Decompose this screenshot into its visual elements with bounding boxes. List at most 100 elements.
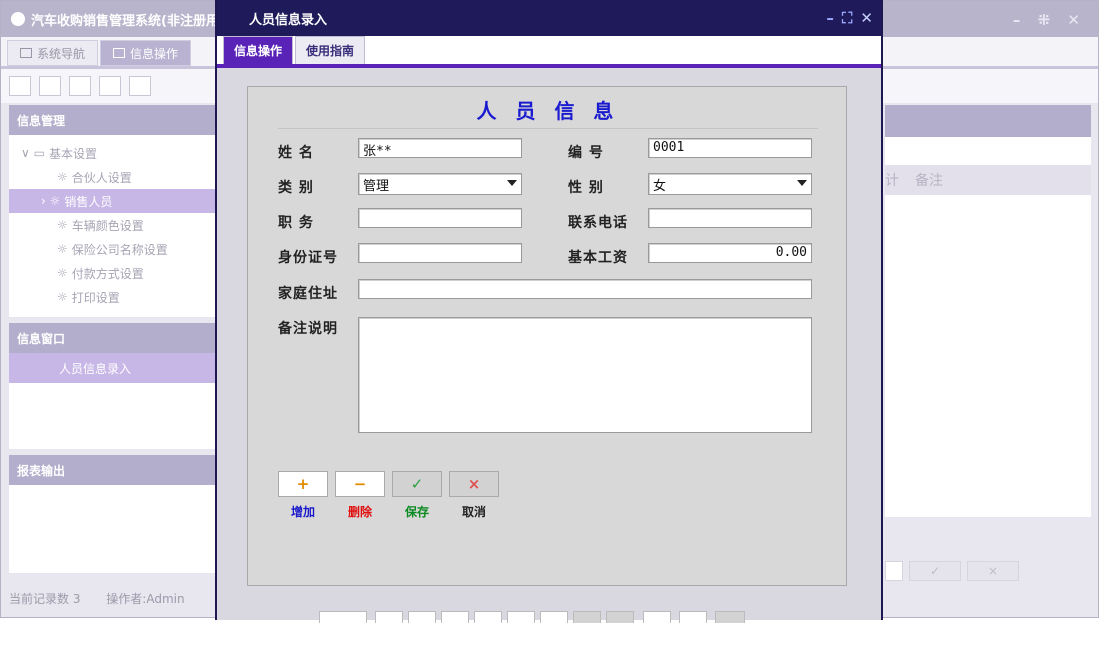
minimize-icon[interactable]: –: [826, 9, 834, 27]
tab-system-nav[interactable]: 系统导航: [7, 40, 99, 66]
panel-head-info-window[interactable]: 信息窗口: [9, 323, 215, 353]
name-field[interactable]: 张**: [358, 138, 522, 159]
tree-item-sales[interactable]: › ☼ 销售人员: [9, 189, 215, 213]
toolbar-doc-button[interactable]: [69, 76, 91, 96]
label-name: 姓 名: [278, 145, 314, 161]
person-entry-dialog: 人员信息录入 – ⛶ ✕ 信息操作 使用指南 人 员 信 息 姓 名 张** 编…: [215, 0, 883, 623]
panel-head-info-manage[interactable]: 信息管理: [9, 105, 215, 135]
close-icon: ×: [467, 475, 481, 493]
close-icon[interactable]: ✕: [860, 9, 873, 27]
remark-textarea[interactable]: [358, 317, 812, 433]
app-logo-icon: [11, 12, 25, 26]
tree-item-payment[interactable]: ☼ 付款方式设置: [9, 261, 215, 285]
nav-button[interactable]: [408, 611, 436, 623]
dialog-tabbar: 信息操作 使用指南: [217, 36, 881, 68]
gender-select[interactable]: 女: [648, 173, 812, 195]
nav-button[interactable]: [375, 611, 403, 623]
save-button-label: 保存: [404, 505, 429, 519]
dialog-window-controls: – ⛶ ✕: [826, 9, 873, 27]
record-count: 当前记录数 3: [9, 592, 81, 606]
id-number-field[interactable]: [358, 243, 522, 263]
main-content: 计 备注 ✓ ×: [885, 105, 1091, 581]
position-field[interactable]: [358, 208, 522, 228]
tab-info-ops[interactable]: 信息操作: [100, 40, 192, 66]
label-gender: 性 别: [568, 180, 604, 196]
toolbar-search-button[interactable]: [9, 76, 31, 96]
toolbar-window-button[interactable]: [129, 76, 151, 96]
nav-button[interactable]: [507, 611, 535, 623]
tab-guide[interactable]: 使用指南: [295, 36, 366, 64]
app-window-controls[interactable]: – ⁜ ✕: [1013, 11, 1086, 29]
leaf-icon: ☼: [57, 290, 68, 304]
main-save-button[interactable]: ✓: [909, 561, 961, 581]
add-button[interactable]: +: [278, 471, 328, 497]
grid-icon: [113, 48, 126, 58]
toolbar-users-button[interactable]: [99, 76, 121, 96]
grid-header: 计 备注: [885, 165, 1091, 195]
status-bar: 当前记录数 3 操作者:Admin: [9, 590, 207, 607]
tree-item-color[interactable]: ☼ 车辆颜色设置: [9, 213, 215, 237]
chevron-down-icon[interactable]: [507, 180, 517, 186]
tree-item-partner[interactable]: ☼ 合伙人设置: [9, 165, 215, 189]
main-cancel-button[interactable]: ×: [967, 561, 1019, 581]
address-field[interactable]: [358, 279, 812, 299]
grid-col-partial: 计: [885, 173, 899, 189]
main-panel-head: [885, 105, 1091, 137]
nav-button[interactable]: [319, 611, 367, 623]
report-panel: [9, 485, 215, 573]
check-icon: ✓: [410, 475, 424, 493]
nav-button[interactable]: [441, 611, 469, 623]
nav-button[interactable]: [474, 611, 502, 623]
phone-field[interactable]: [648, 208, 812, 228]
plus-icon: +: [296, 475, 310, 493]
person-form: 人 员 信 息 姓 名 张** 编 号 0001 类 别 管理 性 别 女 职 …: [247, 86, 847, 586]
monitor-icon: [20, 48, 32, 58]
maximize-icon[interactable]: ⛶: [842, 9, 853, 27]
tree-root[interactable]: ∨ ▭ 基本设置: [9, 141, 215, 165]
label-category: 类 别: [278, 180, 314, 196]
data-grid: 计 备注: [885, 137, 1091, 517]
panel-head-report[interactable]: 报表输出: [9, 455, 215, 485]
toolbar-list-button[interactable]: [39, 76, 61, 96]
gender-value: 女: [653, 179, 667, 194]
leaf-icon: ☼: [57, 218, 68, 232]
code-field[interactable]: 0001: [648, 138, 812, 158]
folder-icon: ∨ ▭: [21, 146, 45, 160]
nav-button[interactable]: [540, 611, 568, 623]
window-list: 人员信息录入: [9, 353, 215, 449]
nav-button[interactable]: [573, 611, 601, 623]
cancel-button[interactable]: ×: [449, 471, 499, 497]
nav-button[interactable]: [679, 611, 707, 623]
nav-button[interactable]: [606, 611, 634, 623]
dialog-titlebar[interactable]: 人员信息录入 – ⛶ ✕: [217, 0, 881, 36]
tree-item-print[interactable]: ☼ 打印设置: [9, 285, 215, 309]
dialog-title: 人员信息录入: [249, 12, 328, 28]
minus-icon: −: [353, 475, 367, 493]
label-id-number: 身份证号: [278, 250, 338, 266]
window-item-person-entry[interactable]: 人员信息录入: [9, 353, 215, 383]
dialog-body: 人 员 信 息 姓 名 张** 编 号 0001 类 别 管理 性 别 女 职 …: [217, 68, 881, 623]
chevron-down-icon[interactable]: [797, 180, 807, 186]
leaf-icon: ☼: [57, 242, 68, 256]
grid-col-remark: 备注: [915, 173, 943, 189]
base-salary-field[interactable]: 0.00: [648, 243, 812, 263]
category-select[interactable]: 管理: [358, 173, 522, 195]
leaf-icon: ☼: [57, 170, 68, 184]
cancel-button-label: 取消: [461, 505, 486, 519]
label-code: 编 号: [568, 145, 604, 161]
category-value: 管理: [363, 179, 390, 194]
tab-info-ops[interactable]: 信息操作: [223, 36, 294, 64]
nav-button[interactable]: [715, 611, 745, 623]
delete-button-label: 删除: [347, 505, 372, 519]
main-button-blank[interactable]: [885, 561, 903, 581]
save-button[interactable]: ✓: [392, 471, 442, 497]
nav-button[interactable]: [643, 611, 671, 623]
label-base-salary: 基本工资: [568, 250, 628, 266]
app-title: 汽车收购销售管理系统(非注册用: [31, 13, 219, 29]
leaf-icon: ☼: [57, 266, 68, 280]
delete-button[interactable]: −: [335, 471, 385, 497]
tree-item-insurance[interactable]: ☼ 保险公司名称设置: [9, 237, 215, 261]
chevron-right-icon: › ☼: [41, 194, 61, 208]
label-remark: 备注说明: [278, 321, 338, 337]
label-phone: 联系电话: [568, 215, 628, 231]
